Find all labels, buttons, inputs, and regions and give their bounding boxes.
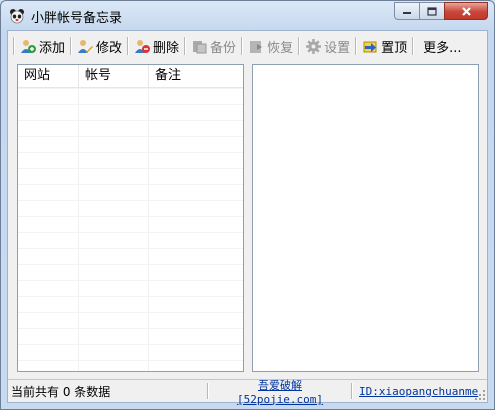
toolbar-separator: [13, 37, 15, 55]
52pojie-link[interactable]: 吾爱破解 [52pojie.com]: [209, 377, 351, 406]
toolbar-separator: [298, 37, 301, 55]
column-header-website[interactable]: 网站: [18, 65, 79, 87]
add-user-icon: [21, 39, 36, 53]
list-grid: [18, 88, 243, 371]
pin-top-icon: [363, 41, 377, 52]
edit-button[interactable]: 修改: [75, 35, 124, 57]
status-bar: 当前共有 0 条数据 吾爱破解 [52pojie.com] ID:xiaopan…: [8, 379, 487, 406]
toolbar-separator: [127, 37, 130, 55]
restore-button[interactable]: 恢复: [246, 35, 295, 57]
backup-icon: [193, 40, 207, 53]
pin-top-button[interactable]: 置顶: [360, 35, 409, 57]
settings-label: 设置: [324, 40, 351, 56]
record-count: 当前共有 0 条数据: [11, 384, 111, 399]
toolbar-separator: [184, 37, 187, 55]
more-label: 更多...: [423, 40, 462, 56]
maximize-icon: [427, 6, 437, 16]
app-window: 小胖帐号备忘录 添加 修改 删除 备份 恢复 设置 置顶 更多... 网站 帐号…: [0, 0, 495, 410]
toolbar-separator: [355, 37, 358, 55]
gear-icon: [306, 38, 322, 54]
account-list[interactable]: 网站 帐号 备注: [17, 64, 244, 372]
panda-app-icon: [10, 9, 24, 24]
resize-grip-icon[interactable]: [474, 389, 486, 401]
list-header: 网站 帐号 备注: [18, 65, 243, 88]
add-button[interactable]: 添加: [18, 35, 67, 57]
title-bar[interactable]: 小胖帐号备忘录: [1, 1, 494, 29]
more-button[interactable]: 更多...: [417, 35, 463, 57]
delete-button[interactable]: 删除: [132, 35, 181, 57]
maximize-button[interactable]: [419, 2, 445, 20]
add-label: 添加: [39, 40, 66, 56]
minimize-button[interactable]: [394, 2, 420, 20]
edit-label: 修改: [96, 40, 123, 56]
minimize-icon: [403, 12, 411, 14]
column-header-note[interactable]: 备注: [149, 65, 243, 87]
settings-button[interactable]: 设置: [303, 35, 352, 57]
toolbar: 添加 修改 删除 备份 恢复 设置 置顶 更多...: [10, 33, 485, 59]
toolbar-separator: [412, 37, 415, 55]
author-id-link[interactable]: ID:xiaopangchuanme: [353, 385, 484, 398]
backup-label: 备份: [210, 40, 237, 56]
toolbar-separator: [70, 37, 73, 55]
client-area: 添加 修改 删除 备份 恢复 设置 置顶 更多... 网站 帐号 备注 当前共有…: [7, 30, 488, 406]
delete-user-icon: [135, 39, 151, 53]
pin-top-label: 置顶: [381, 40, 408, 56]
restore-label: 恢复: [267, 40, 294, 56]
close-icon: [461, 6, 471, 16]
close-button[interactable]: [444, 2, 488, 20]
detail-panel[interactable]: [252, 64, 479, 372]
column-header-account[interactable]: 帐号: [79, 65, 149, 87]
backup-button[interactable]: 备份: [189, 35, 238, 57]
toolbar-separator: [241, 37, 244, 55]
window-title: 小胖帐号备忘录: [31, 11, 123, 26]
delete-label: 删除: [153, 40, 180, 56]
restore-icon: [250, 40, 263, 53]
edit-user-icon: [78, 39, 94, 53]
